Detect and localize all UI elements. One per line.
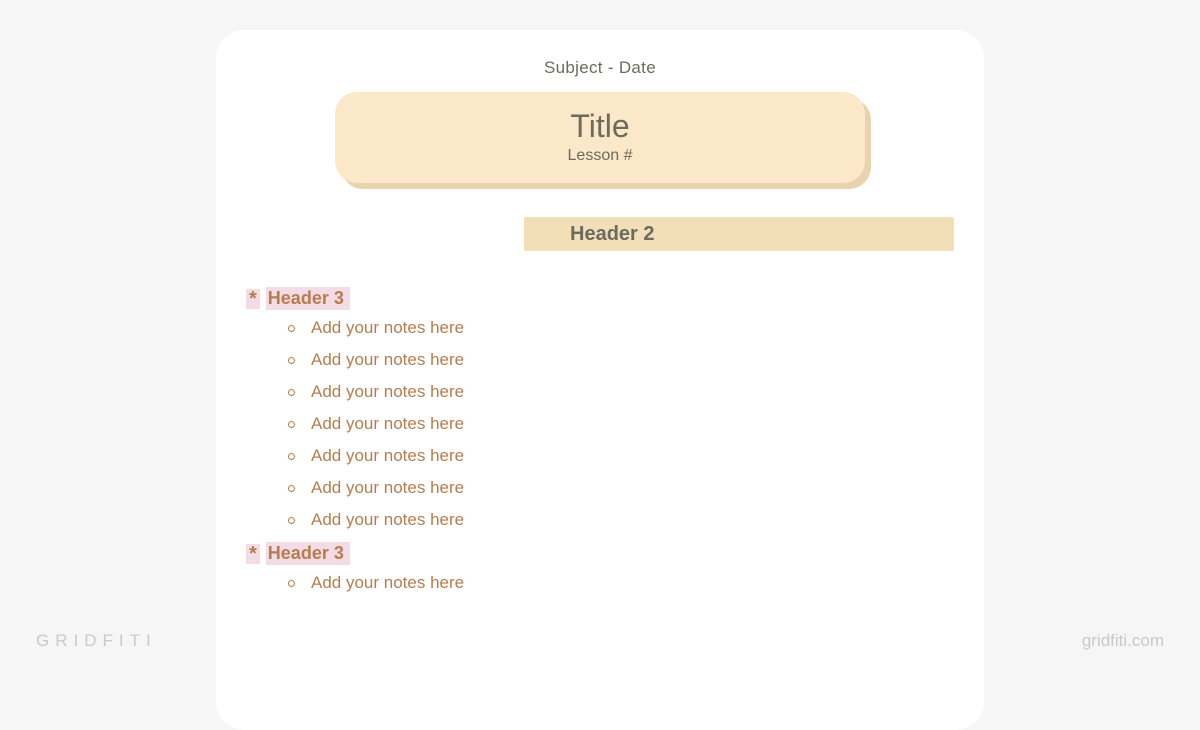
title-text: Title [345, 108, 855, 145]
list-item[interactable]: Add your notes here [246, 573, 954, 593]
title-card[interactable]: Title Lesson # [335, 92, 865, 183]
header-2-bar[interactable]: Header 2 [524, 217, 954, 251]
header-3-row[interactable]: * Header 3 [246, 542, 954, 565]
bullet-icon [288, 453, 295, 460]
note-text: Add your notes here [311, 350, 464, 370]
bullet-icon [288, 421, 295, 428]
header-3-text: Header 3 [266, 287, 350, 310]
bullet-icon [288, 389, 295, 396]
section-2: * Header 3 Add your notes here [246, 542, 954, 593]
lesson-number: Lesson # [345, 147, 855, 165]
header-2-text: Header 2 [570, 223, 655, 246]
note-text: Add your notes here [311, 414, 464, 434]
bullet-icon [288, 517, 295, 524]
asterisk-icon: * [246, 544, 260, 564]
note-text: Add your notes here [311, 446, 464, 466]
header-3-row[interactable]: * Header 3 [246, 287, 954, 310]
bullet-icon [288, 325, 295, 332]
asterisk-icon: * [246, 289, 260, 309]
note-text: Add your notes here [311, 573, 464, 593]
header-3-text: Header 3 [266, 542, 350, 565]
list-item[interactable]: Add your notes here [246, 510, 954, 530]
list-item[interactable]: Add your notes here [246, 446, 954, 466]
title-card-inner: Title Lesson # [335, 92, 865, 183]
note-text: Add your notes here [311, 510, 464, 530]
document-page: Subject - Date Title Lesson # Header 2 *… [216, 30, 984, 730]
bullet-icon [288, 580, 295, 587]
note-text: Add your notes here [311, 382, 464, 402]
list-item[interactable]: Add your notes here [246, 382, 954, 402]
note-text: Add your notes here [311, 318, 464, 338]
bullet-icon [288, 357, 295, 364]
bullet-icon [288, 485, 295, 492]
subject-date-label[interactable]: Subject - Date [246, 58, 954, 78]
list-item[interactable]: Add your notes here [246, 350, 954, 370]
list-item[interactable]: Add your notes here [246, 414, 954, 434]
section-1: * Header 3 Add your notes here Add your … [246, 287, 954, 530]
watermark-url: gridfiti.com [1082, 631, 1164, 651]
list-item[interactable]: Add your notes here [246, 478, 954, 498]
list-item[interactable]: Add your notes here [246, 318, 954, 338]
note-text: Add your notes here [311, 478, 464, 498]
watermark-logo: GRIDFITI [36, 631, 157, 651]
